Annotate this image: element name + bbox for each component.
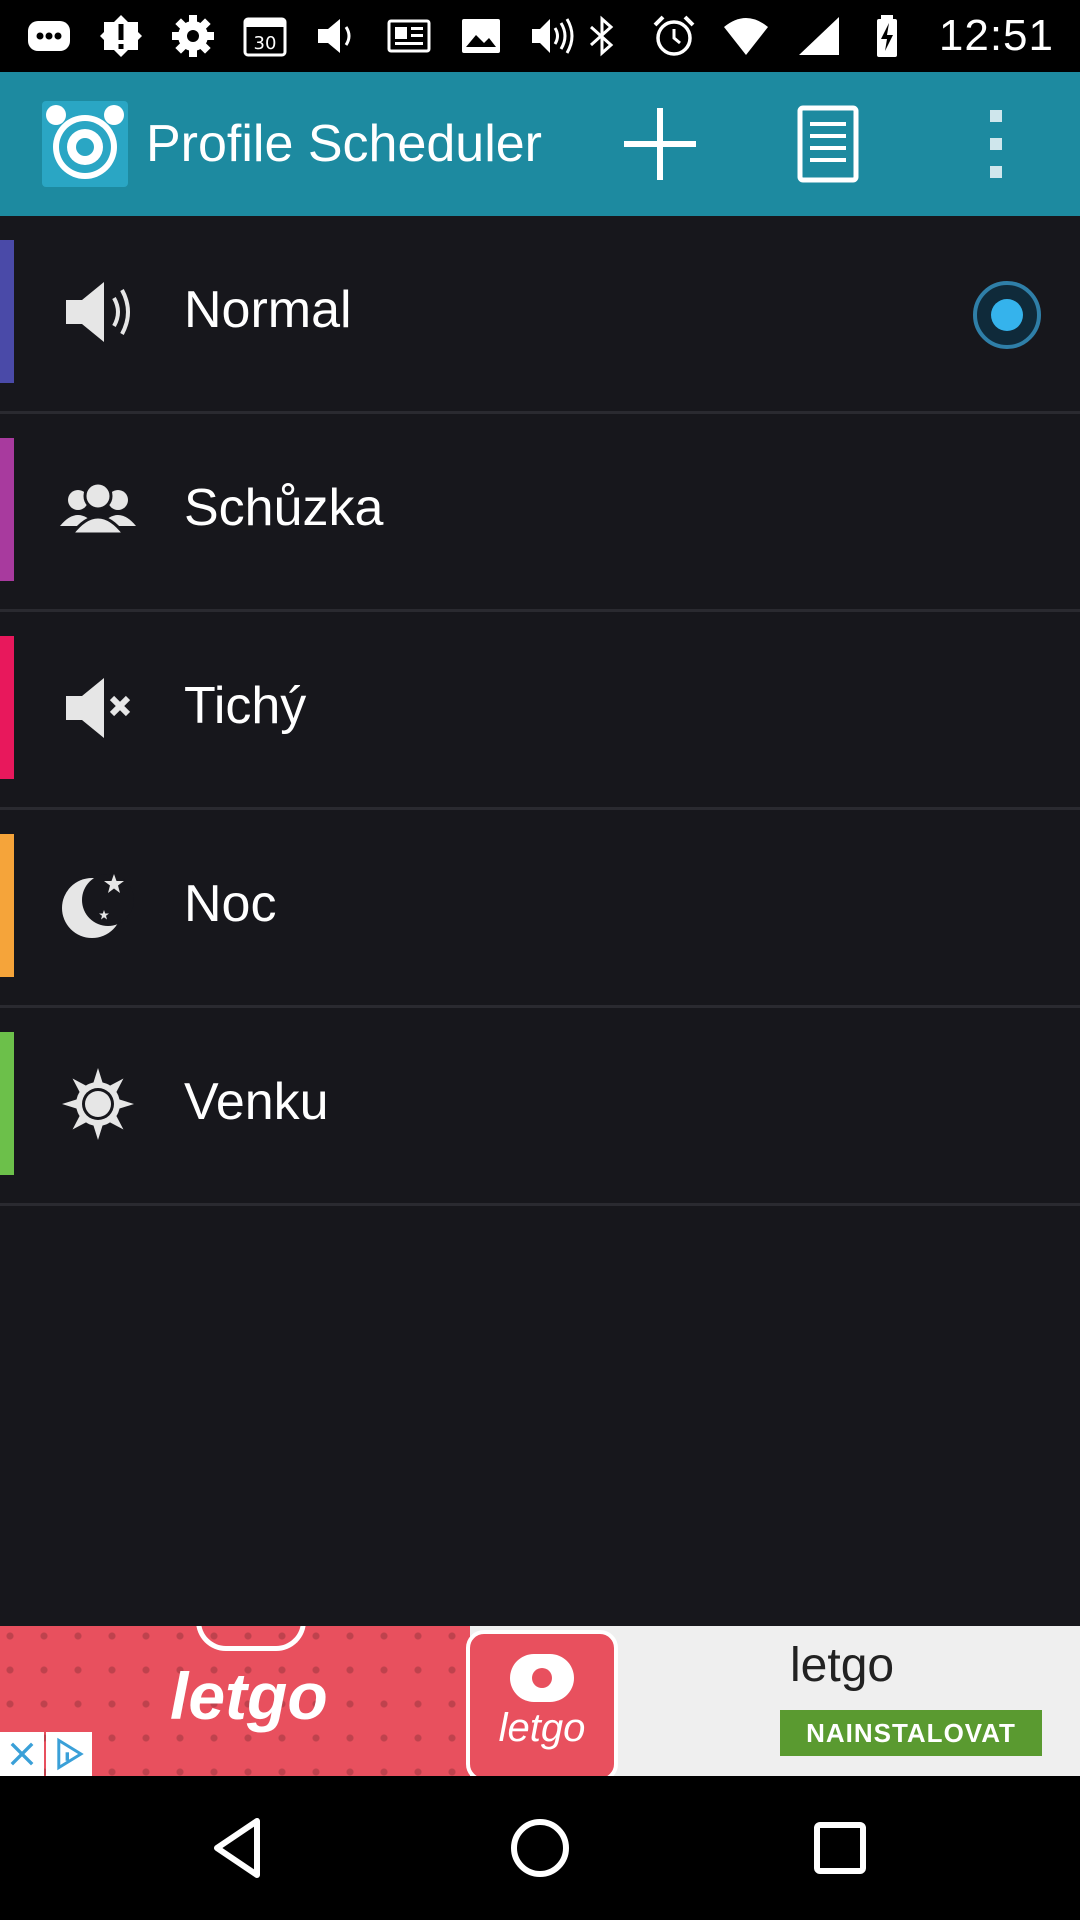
sound-icon [530, 13, 576, 59]
document-icon [797, 105, 859, 183]
install-button[interactable]: NAINSTALOVAT [780, 1710, 1042, 1756]
recents-icon [814, 1822, 866, 1874]
profile-row-schuzka[interactable]: Schůzka [0, 414, 1080, 612]
profile-color-stripe [0, 636, 14, 779]
speaker-icon [58, 272, 138, 352]
profile-name: Normal [184, 281, 352, 339]
sun-icon [58, 1064, 138, 1144]
app-bar: Profile Scheduler [0, 72, 1080, 216]
profile-row-tichy[interactable]: Tichý [0, 612, 1080, 810]
ad-banner[interactable]: letgo letgo letgo NAINSTALOVAT [0, 1626, 1080, 1776]
recents-button[interactable] [800, 1808, 880, 1888]
add-icon [624, 108, 696, 180]
signal-icon [795, 13, 841, 59]
ad-heart-shape [196, 1626, 306, 1651]
active-profile-radio[interactable] [972, 280, 1042, 350]
profile-row-normal[interactable]: Normal [0, 216, 1080, 414]
svg-text:30: 30 [254, 33, 277, 54]
profile-name: Tichý [184, 677, 307, 735]
bluetooth-icon [579, 13, 625, 59]
profile-name: Noc [184, 875, 277, 933]
overflow-menu-icon [990, 110, 1002, 178]
schedule-list-button[interactable] [778, 94, 878, 194]
home-button[interactable] [500, 1808, 580, 1888]
settings-icon [170, 13, 216, 59]
add-profile-button[interactable] [610, 94, 710, 194]
profile-name: Schůzka [184, 479, 384, 537]
ad-app-icon-label: letgo [498, 1706, 586, 1750]
alert-icon [98, 13, 144, 59]
page-title: Profile Scheduler [146, 115, 542, 173]
alarm-icon [651, 13, 697, 59]
news-icon [386, 13, 432, 59]
image-icon [458, 13, 504, 59]
profile-row-venku[interactable]: Venku [0, 1008, 1080, 1206]
chat-bubble-icon [510, 1654, 574, 1702]
ad-close-button[interactable] [0, 1732, 44, 1776]
profile-color-stripe [0, 438, 14, 581]
mute-icon [58, 668, 138, 748]
profile-color-stripe [0, 1032, 14, 1175]
ad-choices-button[interactable] [46, 1732, 92, 1776]
home-icon [511, 1819, 569, 1877]
ad-brand-logo: letgo [170, 1659, 328, 1733]
close-icon [10, 1742, 34, 1766]
navigation-bar [0, 1776, 1080, 1920]
clock: 12:51 [938, 11, 1054, 60]
profile-name: Venku [184, 1073, 329, 1131]
profile-color-stripe [0, 240, 14, 383]
wifi-icon [723, 13, 769, 59]
messages-icon [26, 13, 72, 59]
back-button[interactable] [200, 1808, 280, 1888]
profile-color-stripe [0, 834, 14, 977]
back-icon [214, 1818, 260, 1878]
ad-choices-icon [57, 1737, 84, 1771]
battery-icon [867, 13, 913, 59]
overflow-menu-button[interactable] [946, 94, 1046, 194]
app-logo-icon [42, 101, 128, 187]
ad-app-icon[interactable]: letgo [466, 1630, 618, 1776]
status-bar: 30 12:51 [0, 0, 1080, 72]
profile-list: Normal Schůzka Tichý Noc Venku [0, 216, 1080, 1206]
meeting-icon [58, 470, 138, 550]
profile-row-noc[interactable]: Noc [0, 810, 1080, 1008]
ad-title[interactable]: letgo [790, 1638, 894, 1693]
volume-icon [314, 13, 360, 59]
calendar-icon: 30 [242, 13, 288, 59]
moon-icon [58, 866, 138, 946]
